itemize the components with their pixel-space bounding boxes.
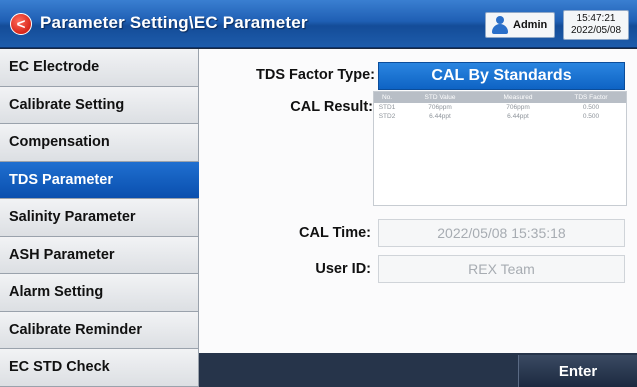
sidebar-item-tds-parameter[interactable]: TDS Parameter — [0, 161, 199, 199]
clock: 15:47:21 2022/05/08 — [563, 10, 629, 40]
cal-result-label: CAL Result: — [290, 99, 373, 115]
clock-date: 2022/05/08 — [570, 25, 622, 36]
col-measured: Measured — [503, 94, 533, 101]
main-panel: TDS Factor Type: CAL By Standards CAL Re… — [199, 49, 637, 353]
back-arrow-icon[interactable]: < — [10, 13, 32, 35]
factor-type-label: TDS Factor Type: — [256, 67, 375, 83]
sidebar-item-ec-electrode[interactable]: EC Electrode — [0, 49, 199, 87]
sidebar: EC Electrode Calibrate Setting Compensat… — [0, 49, 199, 387]
cell: 6.44ppt — [429, 113, 451, 120]
col-tds-factor: TDS Factor — [574, 94, 608, 101]
cal-result-table: No. STD Value Measured TDS Factor STD1 7… — [373, 91, 627, 206]
user-icon — [491, 16, 509, 34]
clock-time: 15:47:21 — [576, 13, 616, 24]
page-title: Parameter Setting\EC Parameter — [40, 13, 308, 32]
cell: 0.500 — [582, 113, 600, 120]
sidebar-item-calibrate-setting[interactable]: Calibrate Setting — [0, 86, 199, 124]
sidebar-item-ash-parameter[interactable]: ASH Parameter — [0, 236, 199, 274]
table-row: STD1 706ppm 706ppm 0.500 — [374, 103, 626, 112]
user-id-field[interactable]: REX Team — [378, 255, 625, 283]
sidebar-item-calibrate-reminder[interactable]: Calibrate Reminder — [0, 311, 199, 349]
cal-time-label: CAL Time: — [299, 225, 371, 241]
enter-button[interactable]: Enter — [518, 355, 637, 387]
cal-time-field: 2022/05/08 15:35:18 — [378, 219, 625, 247]
sidebar-item-alarm-setting[interactable]: Alarm Setting — [0, 274, 199, 312]
cell: 0.500 — [582, 104, 600, 111]
user-badge[interactable]: Admin — [485, 12, 555, 38]
table-header: No. STD Value Measured TDS Factor — [374, 92, 626, 103]
title-bar: < Parameter Setting\EC Parameter Admin 1… — [0, 0, 637, 48]
user-name: Admin — [513, 19, 548, 31]
cell: 6.44ppt — [507, 113, 529, 120]
cell: STD1 — [378, 104, 396, 111]
cell: 706ppm — [428, 104, 452, 111]
sidebar-item-ec-std-check[interactable]: EC STD Check — [0, 349, 199, 387]
table-row: STD2 6.44ppt 6.44ppt 0.500 — [374, 112, 626, 121]
cell: STD2 — [378, 113, 396, 120]
sidebar-item-salinity-parameter[interactable]: Salinity Parameter — [0, 199, 199, 237]
col-std-value: STD Value — [424, 94, 456, 101]
col-no: No. — [381, 94, 393, 101]
cell: 706ppm — [506, 104, 530, 111]
factor-type-select[interactable]: CAL By Standards — [378, 62, 625, 90]
user-id-label: User ID: — [315, 261, 371, 277]
sidebar-item-compensation[interactable]: Compensation — [0, 124, 199, 162]
